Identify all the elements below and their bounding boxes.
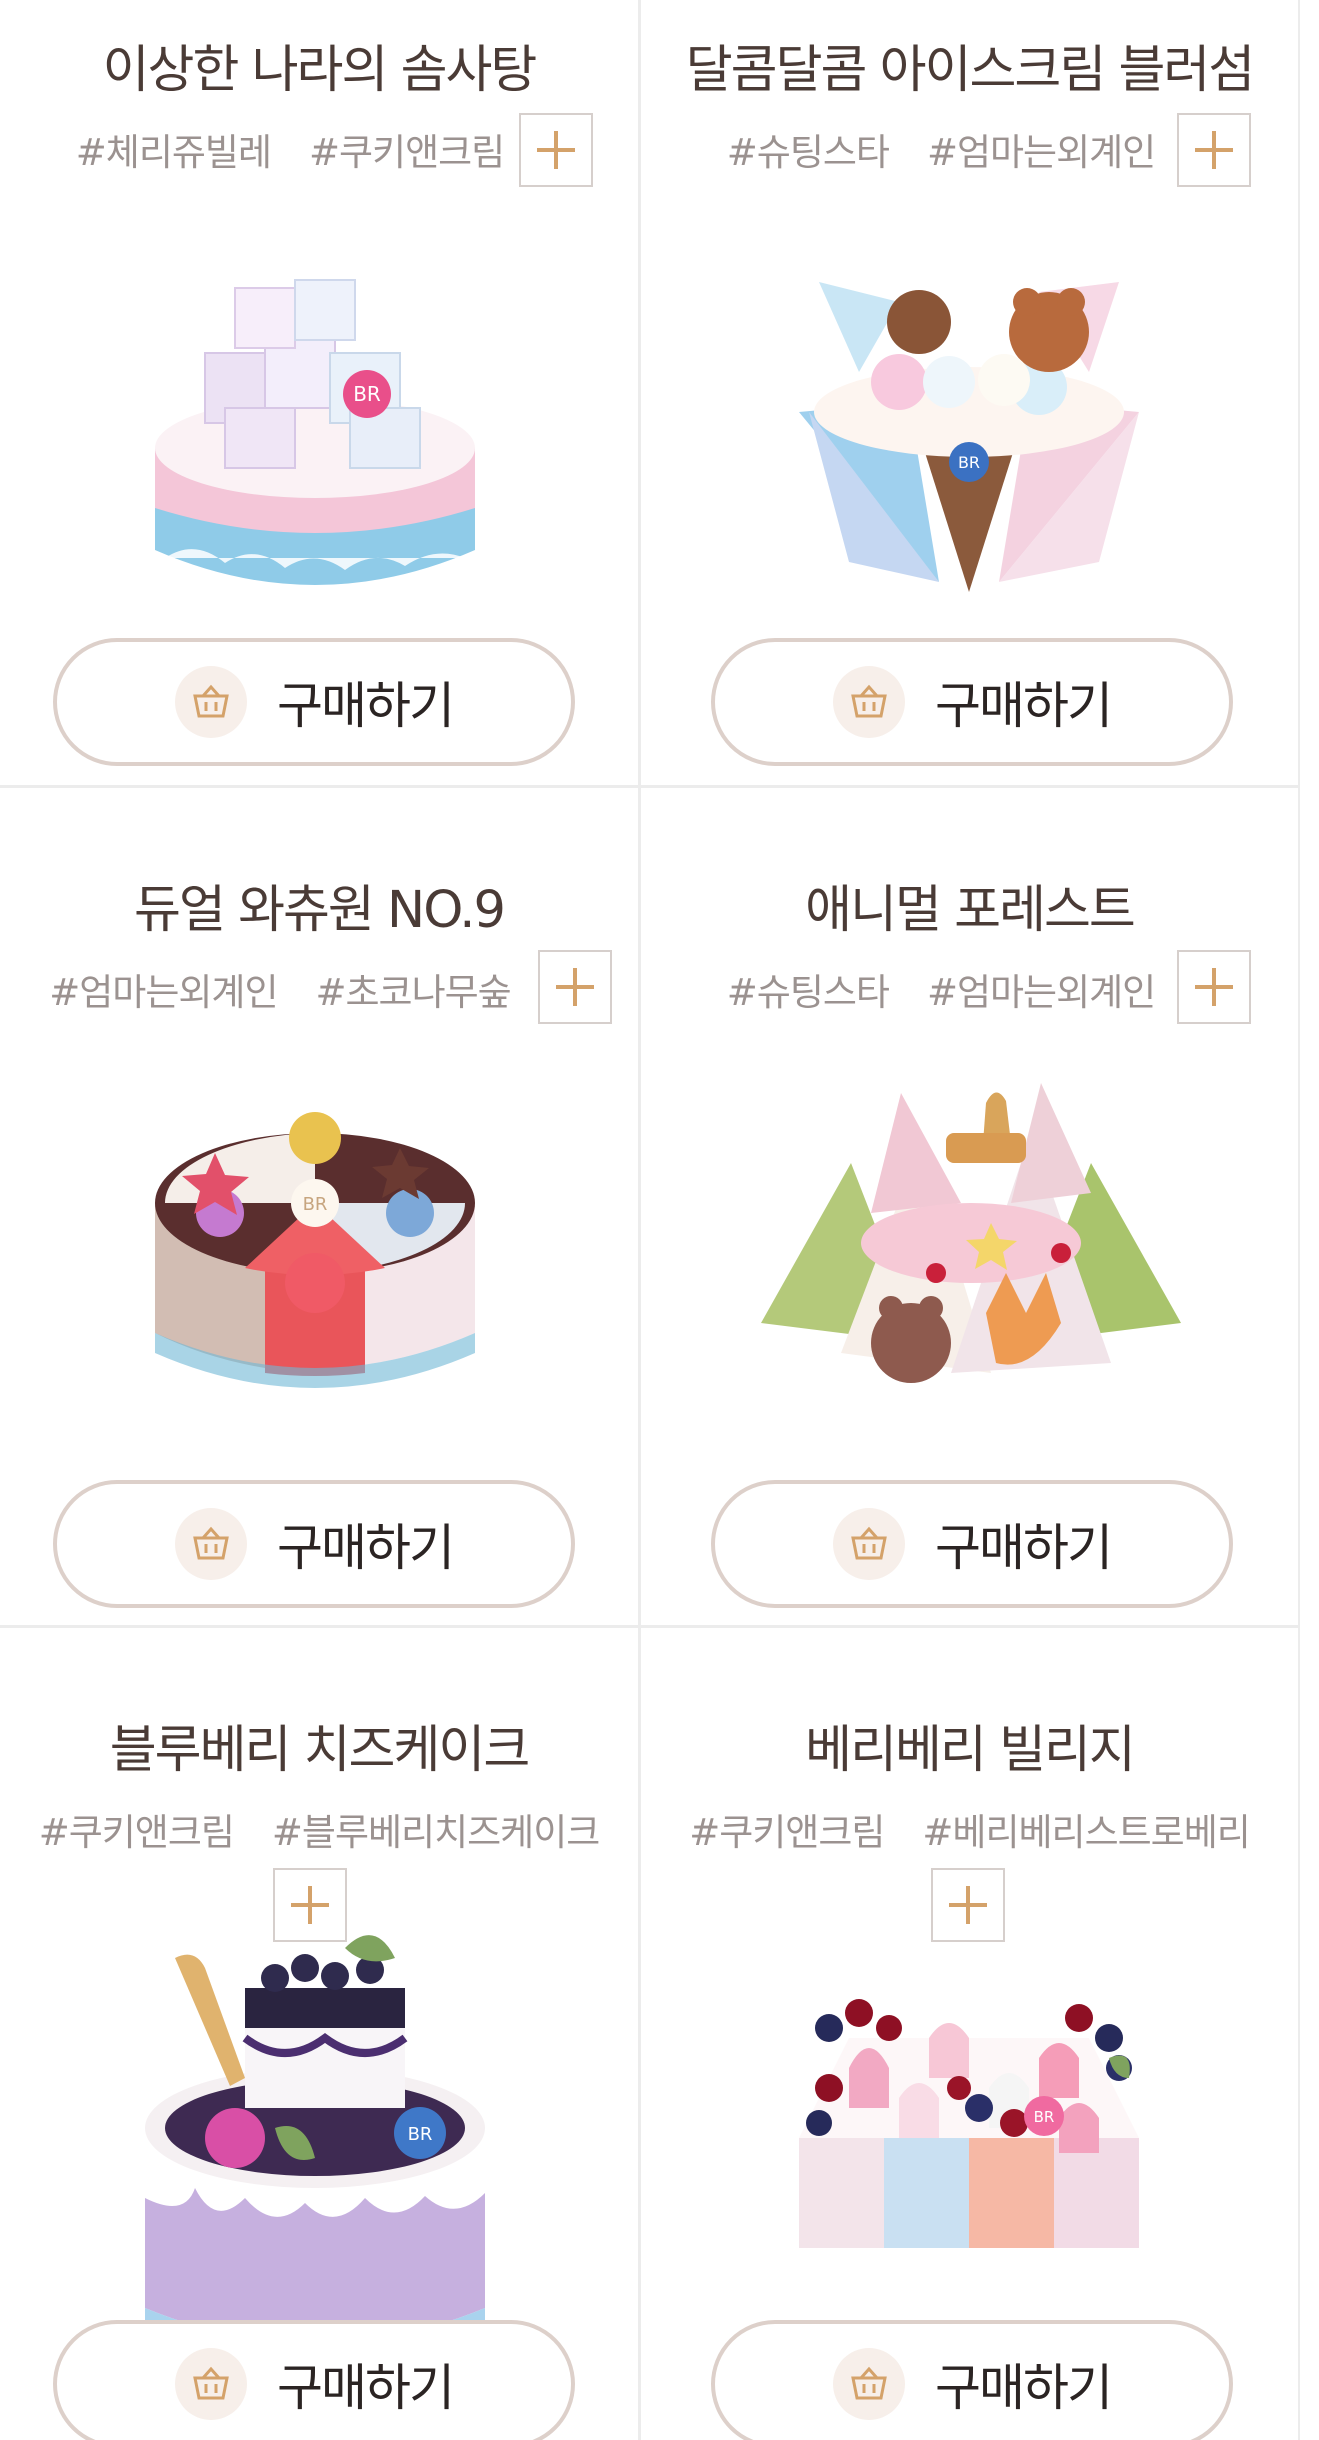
- plus-icon[interactable]: [538, 950, 612, 1024]
- basket-icon: [175, 666, 247, 738]
- product-tag[interactable]: #베리베리스트로베리: [922, 1802, 1250, 1856]
- basket-icon: [175, 2348, 247, 2420]
- svg-text:BR: BR: [1034, 2108, 1055, 2126]
- product-card: 달콤달콤 아이스크림 블러섬 #슈팅스타 #엄마는외계인 BR 구매하기: [641, 0, 1300, 788]
- basket-icon: [833, 666, 905, 738]
- dual-cake-image: BR: [155, 1112, 475, 1388]
- product-name: 이상한 나라의 솜사탕: [102, 41, 538, 100]
- buy-button[interactable]: 구매하기: [53, 1480, 575, 1608]
- product-card: 이상한 나라의 솜사탕 #체리쥬빌레 #쿠키앤크림 BR 구매하기: [0, 0, 641, 788]
- product-tags: #쿠키앤크림 #블루베리치즈케이크: [0, 1802, 638, 1856]
- plus-icon[interactable]: [1177, 950, 1251, 1024]
- product-card: 블루베리 치즈케이크 #쿠키앤크림 #블루베리치즈케이크 BR 구매하기: [0, 1628, 641, 2440]
- product-tags: #슈팅스타 #엄마는외계인: [641, 122, 1241, 176]
- berry-village-cake-image: BR: [799, 1999, 1139, 2248]
- svg-text:BR: BR: [958, 453, 980, 472]
- plus-icon[interactable]: [1177, 113, 1251, 187]
- plus-icon[interactable]: [931, 1868, 1005, 1942]
- product-tags: #체리쥬빌레 #쿠키앤크림: [0, 122, 580, 176]
- blueberry-cheese-cake-image: BR: [145, 1935, 485, 2363]
- basket-icon: [833, 2348, 905, 2420]
- product-tag[interactable]: #쿠키앤크림: [689, 1802, 885, 1856]
- product-card: 듀얼 와츄원 NO.9 #엄마는외계인 #초코나무숲 BR 구매하기: [0, 788, 641, 1628]
- product-tags: #쿠키앤크림 #베리베리스트로베리: [641, 1802, 1298, 1856]
- buy-button-label: 구매하기: [935, 677, 1113, 735]
- buy-button-label: 구매하기: [277, 1519, 455, 1577]
- buy-button-label: 구매하기: [935, 1519, 1113, 1577]
- product-name: 달콤달콤 아이스크림 블러섬: [685, 41, 1255, 100]
- product-name: 듀얼 와츄원 NO.9: [134, 881, 506, 940]
- product-tag[interactable]: #엄마는외계인: [927, 122, 1156, 176]
- product-card: 애니멀 포레스트 #슈팅스타 #엄마는외계인 구매하기: [641, 788, 1300, 1628]
- animal-forest-cake-image: [761, 1083, 1181, 1383]
- basket-icon: [175, 1508, 247, 1580]
- svg-text:BR: BR: [408, 2124, 433, 2145]
- buy-button[interactable]: 구매하기: [711, 638, 1233, 766]
- svg-text:BR: BR: [303, 1194, 328, 1215]
- svg-text:BR: BR: [353, 382, 381, 406]
- buy-button[interactable]: 구매하기: [53, 638, 575, 766]
- cotton-candy-cake-image: BR: [155, 279, 475, 585]
- product-tags: #슈팅스타 #엄마는외계인: [641, 962, 1241, 1016]
- product-tag[interactable]: #슈팅스타: [727, 122, 890, 176]
- product-tag[interactable]: #체리쥬빌레: [76, 122, 272, 176]
- buy-button-label: 구매하기: [277, 2359, 455, 2417]
- product-tag[interactable]: #쿠키앤크림: [39, 1802, 235, 1856]
- buy-button[interactable]: 구매하기: [711, 2320, 1233, 2440]
- product-tag[interactable]: #블루베리치즈케이크: [272, 1802, 600, 1856]
- product-name: 베리베리 빌리지: [805, 1721, 1136, 1780]
- buy-button[interactable]: 구매하기: [711, 1480, 1233, 1608]
- blossom-cake-image: BR: [799, 282, 1139, 592]
- plus-icon[interactable]: [519, 113, 593, 187]
- buy-button[interactable]: 구매하기: [53, 2320, 575, 2440]
- buy-button-label: 구매하기: [277, 677, 455, 735]
- basket-icon: [833, 1508, 905, 1580]
- product-card: 베리베리 빌리지 #쿠키앤크림 #베리베리스트로베리 BR 구매하기: [641, 1628, 1300, 2440]
- product-tag[interactable]: #초코나무숲: [316, 962, 512, 1016]
- product-name: 애니멀 포레스트: [805, 881, 1136, 940]
- product-name: 블루베리 치즈케이크: [109, 1721, 531, 1780]
- product-tag[interactable]: #쿠키앤크림: [309, 122, 505, 176]
- product-tag[interactable]: #엄마는외계인: [927, 962, 1156, 1016]
- buy-button-label: 구매하기: [935, 2359, 1113, 2417]
- product-tag[interactable]: #엄마는외계인: [49, 962, 278, 1016]
- product-tag[interactable]: #슈팅스타: [727, 962, 890, 1016]
- product-tags: #엄마는외계인 #초코나무숲: [0, 962, 560, 1016]
- product-grid: 이상한 나라의 솜사탕 #체리쥬빌레 #쿠키앤크림 BR 구매하기 달콤달콤 아…: [0, 0, 1300, 2440]
